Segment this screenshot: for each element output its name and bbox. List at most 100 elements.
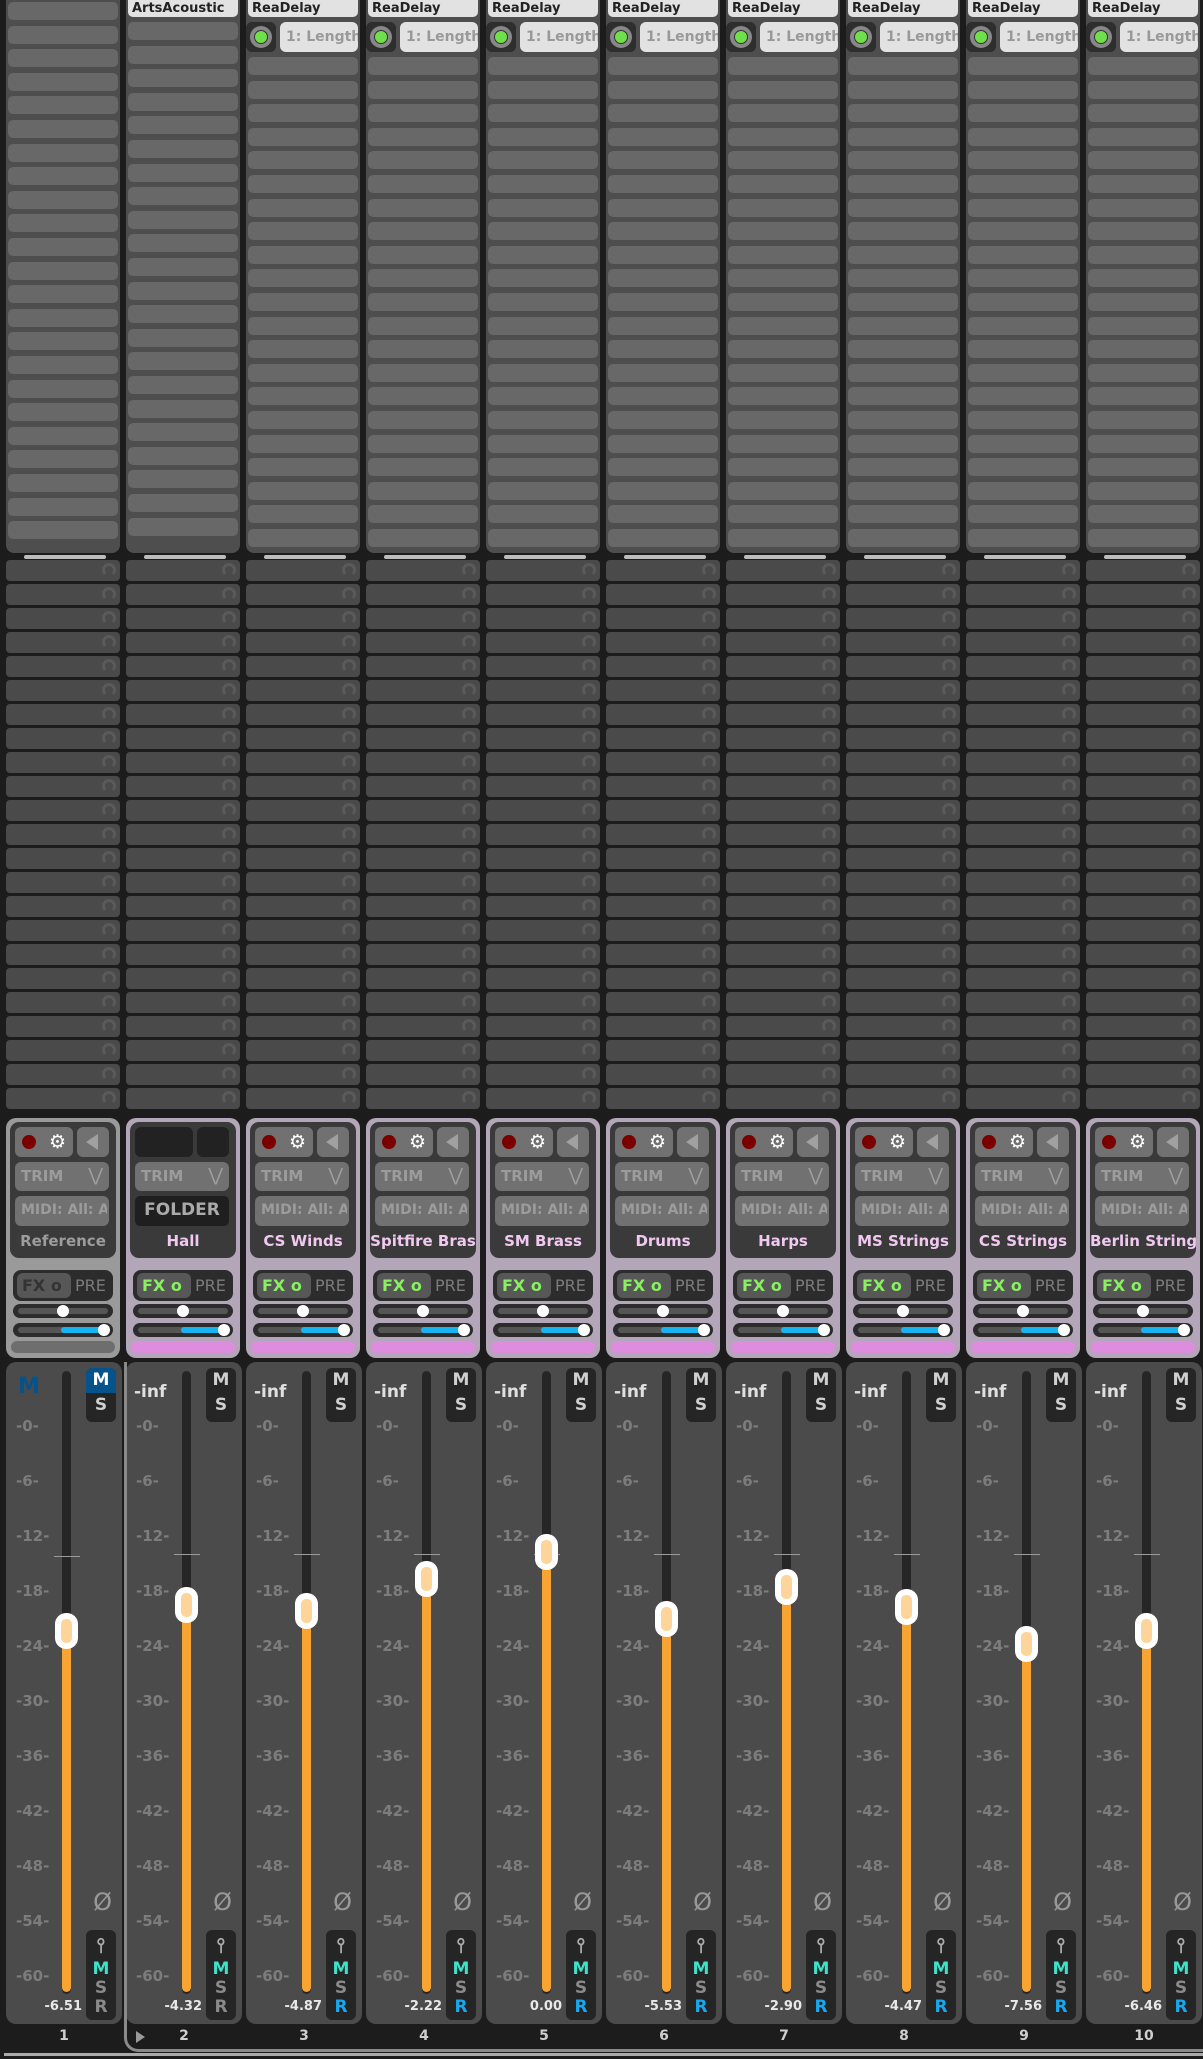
- monitor-button[interactable]: [797, 1127, 829, 1157]
- midi-input-button[interactable]: MIDI: All: Al: [15, 1196, 109, 1226]
- solo-button[interactable]: S: [566, 1393, 596, 1418]
- send-slot[interactable]: [6, 992, 120, 1013]
- track-number[interactable]: 5: [486, 2028, 602, 2044]
- send-slot[interactable]: [846, 920, 960, 941]
- pan-slider[interactable]: [973, 1304, 1073, 1318]
- fx-bypass-icon[interactable]: o: [771, 1276, 782, 1295]
- envelope-icon[interactable]: ⋁: [688, 1165, 703, 1186]
- fx-slot-empty[interactable]: [368, 411, 478, 429]
- send-slot[interactable]: [846, 896, 960, 917]
- gear-icon[interactable]: ⚙: [409, 1130, 426, 1154]
- fx-slot-empty[interactable]: [368, 175, 478, 193]
- phase-invert-icon[interactable]: Ø: [933, 1888, 952, 1916]
- fx-slot-name[interactable]: ReaDelay: [248, 0, 358, 17]
- mute-button[interactable]: M: [1166, 1368, 1196, 1393]
- send-slot[interactable]: [126, 1040, 240, 1061]
- fx-slot-empty[interactable]: [248, 151, 358, 170]
- fx-param-label[interactable]: 1: Length: [1000, 22, 1078, 52]
- fx-slot-empty[interactable]: [248, 481, 358, 500]
- envelope-icon[interactable]: ⋁: [568, 1165, 583, 1186]
- solo-indicator[interactable]: S: [926, 1979, 956, 1998]
- volume-fader-thumb[interactable]: [55, 1613, 78, 1650]
- send-slot[interactable]: [6, 656, 120, 677]
- fx-slot-empty[interactable]: [488, 175, 598, 193]
- fx-slot-name[interactable]: ReaDelay: [1088, 0, 1198, 17]
- send-slot[interactable]: [846, 560, 960, 581]
- fx-slot-empty[interactable]: [608, 80, 718, 99]
- solo-button[interactable]: S: [1166, 1393, 1196, 1418]
- midi-input-button[interactable]: MIDI: All: Al: [375, 1196, 469, 1226]
- fx-slot-empty[interactable]: [8, 96, 118, 115]
- send-slot[interactable]: [366, 704, 480, 725]
- send-slot[interactable]: [486, 608, 600, 629]
- send-slot[interactable]: [726, 728, 840, 749]
- volume-fader-thumb[interactable]: [415, 1561, 438, 1598]
- send-slot[interactable]: [1086, 992, 1200, 1013]
- fx-param-knob-icon[interactable]: [606, 22, 636, 52]
- send-slot[interactable]: [126, 848, 240, 869]
- width-slider[interactable]: [1093, 1323, 1193, 1337]
- track-name[interactable]: SM Brass: [490, 1232, 596, 1250]
- fx-button[interactable]: FX o: [17, 1273, 71, 1298]
- fx-slot-empty[interactable]: [968, 316, 1078, 335]
- send-slot[interactable]: [726, 824, 840, 845]
- send-slot[interactable]: [1086, 1040, 1200, 1061]
- fx-slot-empty[interactable]: [8, 238, 118, 256]
- mute-indicator[interactable]: M: [446, 1960, 476, 1979]
- fx-slot-empty[interactable]: [608, 434, 718, 453]
- fx-slot-empty[interactable]: [608, 245, 718, 264]
- fx-slot-empty[interactable]: [848, 458, 958, 477]
- send-slot[interactable]: [366, 848, 480, 869]
- fx-slot-empty[interactable]: [488, 434, 598, 453]
- send-slot[interactable]: [846, 1040, 960, 1061]
- send-slot[interactable]: [246, 632, 360, 653]
- send-slot[interactable]: [126, 608, 240, 629]
- track-number[interactable]: 6: [606, 2028, 722, 2044]
- send-slot[interactable]: [366, 824, 480, 845]
- fx-slot-empty[interactable]: [968, 104, 1078, 123]
- pan-slider[interactable]: [493, 1304, 593, 1318]
- send-slot[interactable]: [846, 848, 960, 869]
- fx-slot-empty[interactable]: [968, 387, 1078, 406]
- fx-slot-empty[interactable]: [728, 340, 838, 359]
- fx-slot-empty[interactable]: [608, 411, 718, 429]
- fx-slot-empty[interactable]: [488, 127, 598, 146]
- send-slot[interactable]: [366, 872, 480, 893]
- send-slot[interactable]: [606, 632, 720, 653]
- mute-button[interactable]: M: [806, 1368, 836, 1393]
- fx-param-knob-icon[interactable]: [366, 22, 396, 52]
- fx-param-knob-icon[interactable]: [1086, 22, 1116, 52]
- send-slot[interactable]: [366, 752, 480, 773]
- send-slot[interactable]: [366, 608, 480, 629]
- fx-slot-empty[interactable]: [968, 57, 1078, 75]
- send-slot[interactable]: [966, 656, 1080, 677]
- send-slot[interactable]: [1086, 584, 1200, 605]
- send-slot[interactable]: [1086, 632, 1200, 653]
- send-slot[interactable]: [246, 920, 360, 941]
- fx-slot-empty[interactable]: [608, 57, 718, 75]
- send-slot[interactable]: [246, 752, 360, 773]
- send-slot[interactable]: [966, 968, 1080, 989]
- send-slot[interactable]: [486, 848, 600, 869]
- solo-indicator[interactable]: S: [566, 1979, 596, 1998]
- fx-slot-empty[interactable]: [488, 104, 598, 123]
- volume-readout[interactable]: 0.00: [486, 1999, 562, 2014]
- fx-slot-empty[interactable]: [488, 529, 598, 547]
- send-slot[interactable]: [1086, 728, 1200, 749]
- fx-sends-divider[interactable]: [744, 555, 826, 559]
- fx-slot-empty[interactable]: [248, 458, 358, 477]
- send-slot[interactable]: [6, 1040, 120, 1061]
- track-number[interactable]: 8: [846, 2028, 962, 2044]
- send-slot[interactable]: [726, 680, 840, 701]
- send-slot[interactable]: [1086, 824, 1200, 845]
- fx-slot-empty[interactable]: [8, 285, 118, 304]
- send-slot[interactable]: [726, 1064, 840, 1085]
- send-slot[interactable]: [966, 944, 1080, 965]
- fx-slot-empty[interactable]: [728, 269, 838, 288]
- fx-slot-empty[interactable]: [848, 198, 958, 217]
- fx-bypass-icon[interactable]: o: [291, 1276, 302, 1295]
- send-slot[interactable]: [846, 992, 960, 1013]
- send-slot[interactable]: [126, 1064, 240, 1085]
- send-slot[interactable]: [246, 704, 360, 725]
- fx-slot-empty[interactable]: [248, 127, 358, 146]
